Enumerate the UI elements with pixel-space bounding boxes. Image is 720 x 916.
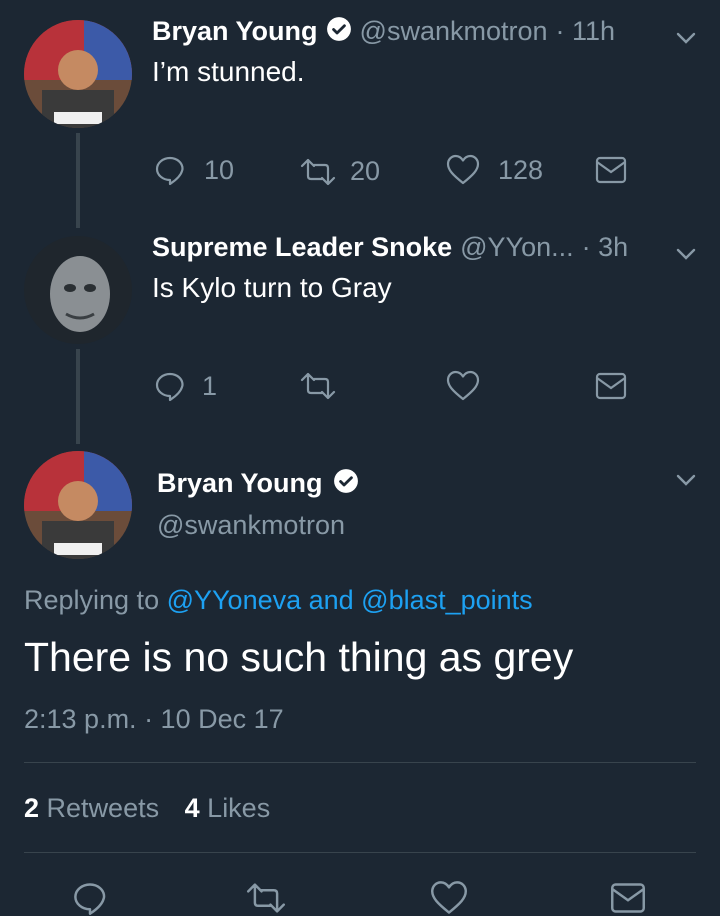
main-tweet-text: There is no such thing as grey [24, 634, 574, 680]
chevron-down-icon[interactable] [674, 468, 698, 492]
divider [24, 852, 696, 853]
divider [24, 762, 696, 763]
heart-icon [430, 880, 468, 916]
reply-icon [72, 880, 108, 916]
tweet2-author-name[interactable]: Supreme Leader Snoke [152, 232, 452, 263]
verified-badge-icon [326, 16, 352, 47]
avatar-bryan-young[interactable] [24, 451, 132, 559]
message-button[interactable] [595, 156, 627, 184]
thread-line [76, 133, 80, 228]
retweet-icon [300, 158, 336, 186]
tweet1-timestamp[interactable]: · 11h [556, 16, 616, 47]
retweet-button[interactable] [300, 372, 336, 400]
tweet2-header: Supreme Leader Snoke @YYon... · 3h [152, 232, 628, 263]
tweet1-author-handle[interactable]: @swankmotron [360, 16, 548, 47]
replying-to-users-link[interactable]: @YYoneva and @blast_points [167, 585, 533, 615]
chevron-down-icon[interactable] [674, 26, 698, 50]
main-tweet-author-handle[interactable]: @swankmotron [157, 510, 345, 541]
avatar-bryan-young[interactable] [24, 20, 132, 128]
engagement-stats: 2 Retweets 4 Likes [24, 793, 270, 824]
envelope-icon [595, 156, 627, 184]
reply-count: 10 [204, 154, 235, 185]
retweet-icon [246, 882, 286, 914]
like-button[interactable] [430, 880, 468, 916]
thread-line [76, 349, 80, 444]
replying-to: Replying to @YYoneva and @blast_points [24, 585, 533, 616]
envelope-icon [595, 372, 627, 400]
tweet1-author-name[interactable]: Bryan Young [152, 16, 318, 47]
heart-icon [446, 154, 480, 186]
reply-button[interactable]: 1 [154, 370, 217, 402]
reply-button[interactable]: 10 [154, 154, 234, 186]
heart-icon [446, 370, 480, 402]
like-button[interactable]: 128 [446, 154, 543, 186]
retweet-button[interactable] [246, 882, 286, 914]
like-total-label: Likes [207, 793, 271, 823]
reply-count: 1 [202, 370, 218, 401]
like-total: 4 [184, 793, 200, 823]
chevron-down-icon[interactable] [674, 242, 698, 266]
main-tweet-timestamp: 2:13 p.m. · 10 Dec 17 [24, 704, 284, 734]
avatar-supreme-leader-snoke[interactable] [24, 236, 132, 344]
main-tweet-author-name[interactable]: Bryan Young [157, 468, 323, 499]
verified-badge-icon [333, 468, 359, 499]
retweets-stat[interactable]: 2 Retweets [24, 793, 167, 823]
reply-icon [154, 370, 186, 402]
reply-icon [154, 154, 186, 186]
retweet-count: 20 [350, 156, 381, 186]
likes-stat[interactable]: 4 Likes [185, 793, 271, 823]
tweet2-author-handle[interactable]: @YYon... [460, 232, 573, 263]
message-button[interactable] [610, 882, 646, 914]
tweet1-header: Bryan Young @swankmotron · 11h [152, 16, 615, 47]
reply-button[interactable] [72, 880, 108, 916]
envelope-icon [610, 882, 646, 914]
retweet-icon [300, 372, 336, 400]
message-button[interactable] [595, 372, 627, 400]
tweet2-timestamp[interactable]: · 3h [582, 232, 629, 263]
replying-to-prefix: Replying to [24, 585, 160, 615]
retweet-total-label: Retweets [46, 793, 160, 823]
tweet2-text: Is Kylo turn to Gray [152, 272, 392, 303]
main-tweet-author: Bryan Young [157, 468, 359, 499]
retweet-button[interactable]: 20 [300, 156, 380, 187]
like-button[interactable] [446, 370, 480, 402]
retweet-total: 2 [24, 793, 40, 823]
like-count: 128 [498, 154, 544, 185]
tweet1-text: I’m stunned. [152, 56, 305, 87]
